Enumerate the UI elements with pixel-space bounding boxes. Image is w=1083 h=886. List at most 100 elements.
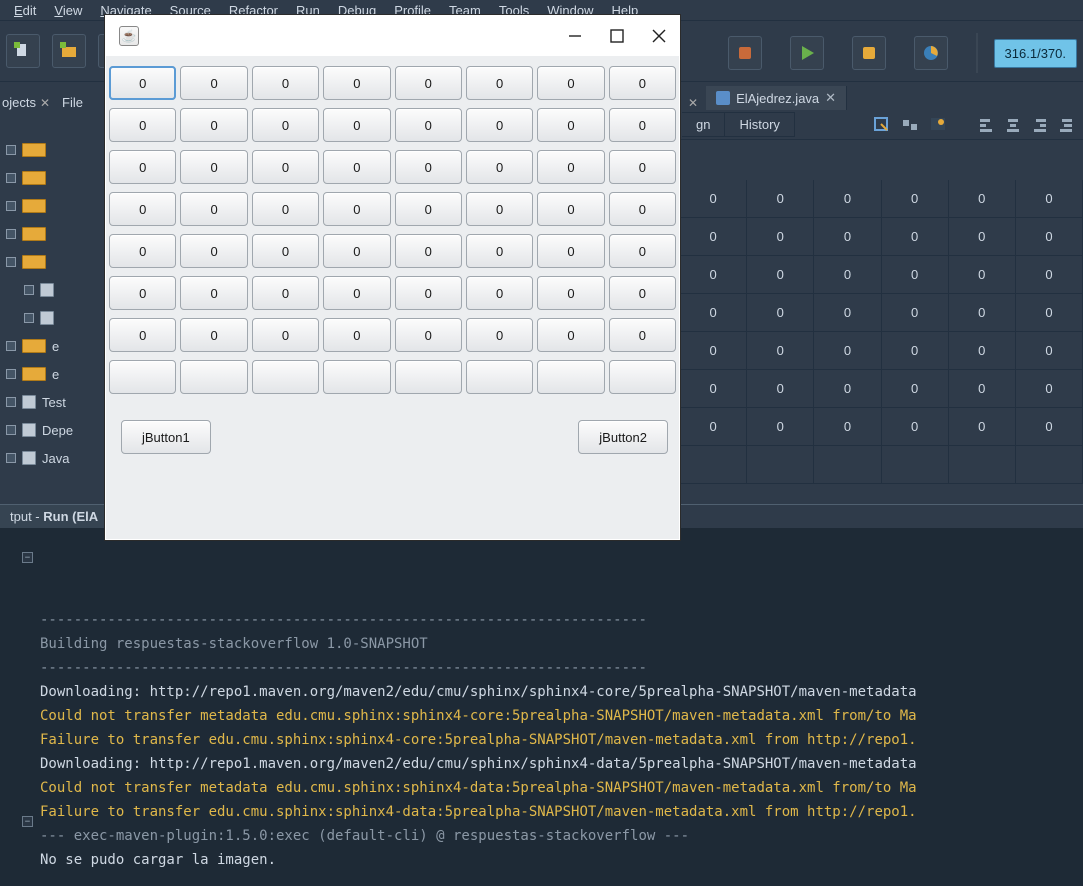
chess-cell-button[interactable]: 0	[537, 318, 604, 352]
history-view-tab[interactable]: History	[725, 112, 794, 137]
debug-button[interactable]	[852, 36, 886, 70]
close-icon[interactable]: ✕	[40, 96, 50, 110]
designer-cell[interactable]: 0	[949, 294, 1016, 332]
chess-cell-button[interactable]: 0	[395, 234, 462, 268]
align-right2-icon[interactable]	[1057, 117, 1073, 133]
build-button[interactable]	[728, 36, 762, 70]
output-console[interactable]: − − ------------------------------------…	[0, 528, 1083, 886]
fold-icon[interactable]: −	[22, 552, 33, 563]
chess-cell-button[interactable]: 0	[180, 150, 247, 184]
tree-item[interactable]: e	[0, 360, 104, 388]
chess-cell-button[interactable]: 0	[395, 66, 462, 100]
tree-item[interactable]: Depe	[0, 416, 104, 444]
chess-cell-button[interactable]: 0	[252, 276, 319, 310]
jbutton1[interactable]: jButton1	[121, 420, 211, 454]
chess-cell-button[interactable]: 0	[180, 192, 247, 226]
chess-cell-button[interactable]: 0	[466, 66, 533, 100]
chess-cell-button[interactable]: 0	[395, 276, 462, 310]
chess-cell-button[interactable]: 0	[609, 318, 676, 352]
chess-cell-button[interactable]: 0	[109, 192, 176, 226]
project-tree[interactable]: eeTestDepeJava	[0, 110, 104, 490]
designer-cell[interactable]: 0	[1016, 332, 1083, 370]
chess-cell-button[interactable]: 0	[537, 66, 604, 100]
chess-cell-button[interactable]: 0	[537, 108, 604, 142]
projects-tab-label[interactable]: ojects	[2, 95, 36, 110]
designer-cell[interactable]: 0	[680, 180, 747, 218]
tree-item[interactable]: e	[0, 332, 104, 360]
designer-cell[interactable]: 0	[882, 294, 949, 332]
chess-cell-button[interactable]: 0	[109, 276, 176, 310]
minimize-button[interactable]	[568, 29, 582, 43]
designer-cell[interactable]: 0	[680, 256, 747, 294]
chess-cell-button[interactable]: 0	[180, 66, 247, 100]
designer-cell[interactable]: 0	[949, 332, 1016, 370]
align-right-icon[interactable]	[1031, 117, 1047, 133]
designer-cell[interactable]: 0	[680, 408, 747, 446]
chess-cell-button[interactable]: 0	[252, 150, 319, 184]
designer-cell[interactable]: 0	[814, 370, 881, 408]
designer-cell[interactable]: 0	[814, 218, 881, 256]
designer-cell[interactable]: 0	[882, 180, 949, 218]
chess-cell-button[interactable]: 0	[323, 66, 390, 100]
designer-cell[interactable]: 0	[949, 408, 1016, 446]
chess-cell-button[interactable]: 0	[609, 234, 676, 268]
chess-cell-button[interactable]: 0	[252, 66, 319, 100]
expand-toggle-icon[interactable]	[6, 453, 16, 463]
chess-cell-button[interactable]	[466, 360, 533, 394]
close-icon[interactable]: ✕	[688, 96, 698, 110]
chess-cell-button[interactable]: 0	[395, 192, 462, 226]
expand-toggle-icon[interactable]	[6, 341, 16, 351]
designer-cell[interactable]: 0	[747, 332, 814, 370]
designer-cell[interactable]: 0	[814, 294, 881, 332]
designer-cell[interactable]: 0	[949, 370, 1016, 408]
designer-cell[interactable]	[814, 446, 881, 484]
menu-view[interactable]: View	[46, 1, 90, 20]
designer-cell[interactable]: 0	[949, 218, 1016, 256]
window-titlebar[interactable]: ☕	[105, 15, 680, 56]
chess-cell-button[interactable]: 0	[252, 192, 319, 226]
tree-item[interactable]: Java	[0, 444, 104, 472]
chess-cell-button[interactable]: 0	[466, 318, 533, 352]
chess-cell-button[interactable]	[252, 360, 319, 394]
designer-cell[interactable]: 0	[680, 370, 747, 408]
chess-cell-button[interactable]: 0	[109, 108, 176, 142]
jbutton2[interactable]: jButton2	[578, 420, 668, 454]
chess-cell-button[interactable]: 0	[537, 192, 604, 226]
chess-cell-button[interactable]: 0	[395, 108, 462, 142]
files-tab-label[interactable]: File	[62, 95, 83, 110]
designer-cell[interactable]: 0	[882, 256, 949, 294]
chess-cell-button[interactable]: 0	[180, 108, 247, 142]
designer-cell[interactable]: 0	[680, 332, 747, 370]
tree-item[interactable]	[0, 276, 104, 304]
align-center-icon[interactable]	[1005, 117, 1021, 133]
selection-mode-icon[interactable]	[873, 116, 891, 134]
designer-cell[interactable]	[882, 446, 949, 484]
chess-cell-button[interactable]	[323, 360, 390, 394]
design-view-tab[interactable]: gn	[682, 112, 725, 137]
chess-cell-button[interactable]	[537, 360, 604, 394]
chess-cell-button[interactable]: 0	[395, 150, 462, 184]
maximize-button[interactable]	[610, 29, 624, 43]
chess-cell-button[interactable]: 0	[323, 318, 390, 352]
designer-cell[interactable]	[1016, 446, 1083, 484]
close-icon[interactable]: ✕	[825, 90, 836, 106]
designer-cell[interactable]: 0	[1016, 218, 1083, 256]
designer-cell[interactable]: 0	[882, 332, 949, 370]
designer-cell[interactable]: 0	[1016, 294, 1083, 332]
chess-cell-button[interactable]: 0	[537, 150, 604, 184]
designer-cell[interactable]: 0	[1016, 408, 1083, 446]
expand-toggle-icon[interactable]	[6, 257, 16, 267]
chess-cell-button[interactable]: 0	[323, 276, 390, 310]
chess-cell-button[interactable]: 0	[609, 192, 676, 226]
chess-cell-button[interactable]: 0	[252, 318, 319, 352]
designer-cell[interactable]: 0	[1016, 256, 1083, 294]
chess-cell-button[interactable]: 0	[537, 234, 604, 268]
chess-cell-button[interactable]: 0	[109, 318, 176, 352]
chess-cell-button[interactable]: 0	[109, 66, 176, 100]
tree-item[interactable]	[0, 304, 104, 332]
designer-cell[interactable]	[747, 446, 814, 484]
designer-cell[interactable]: 0	[1016, 370, 1083, 408]
tree-item[interactable]	[0, 220, 104, 248]
chess-cell-button[interactable]	[609, 360, 676, 394]
tree-item[interactable]	[0, 192, 104, 220]
